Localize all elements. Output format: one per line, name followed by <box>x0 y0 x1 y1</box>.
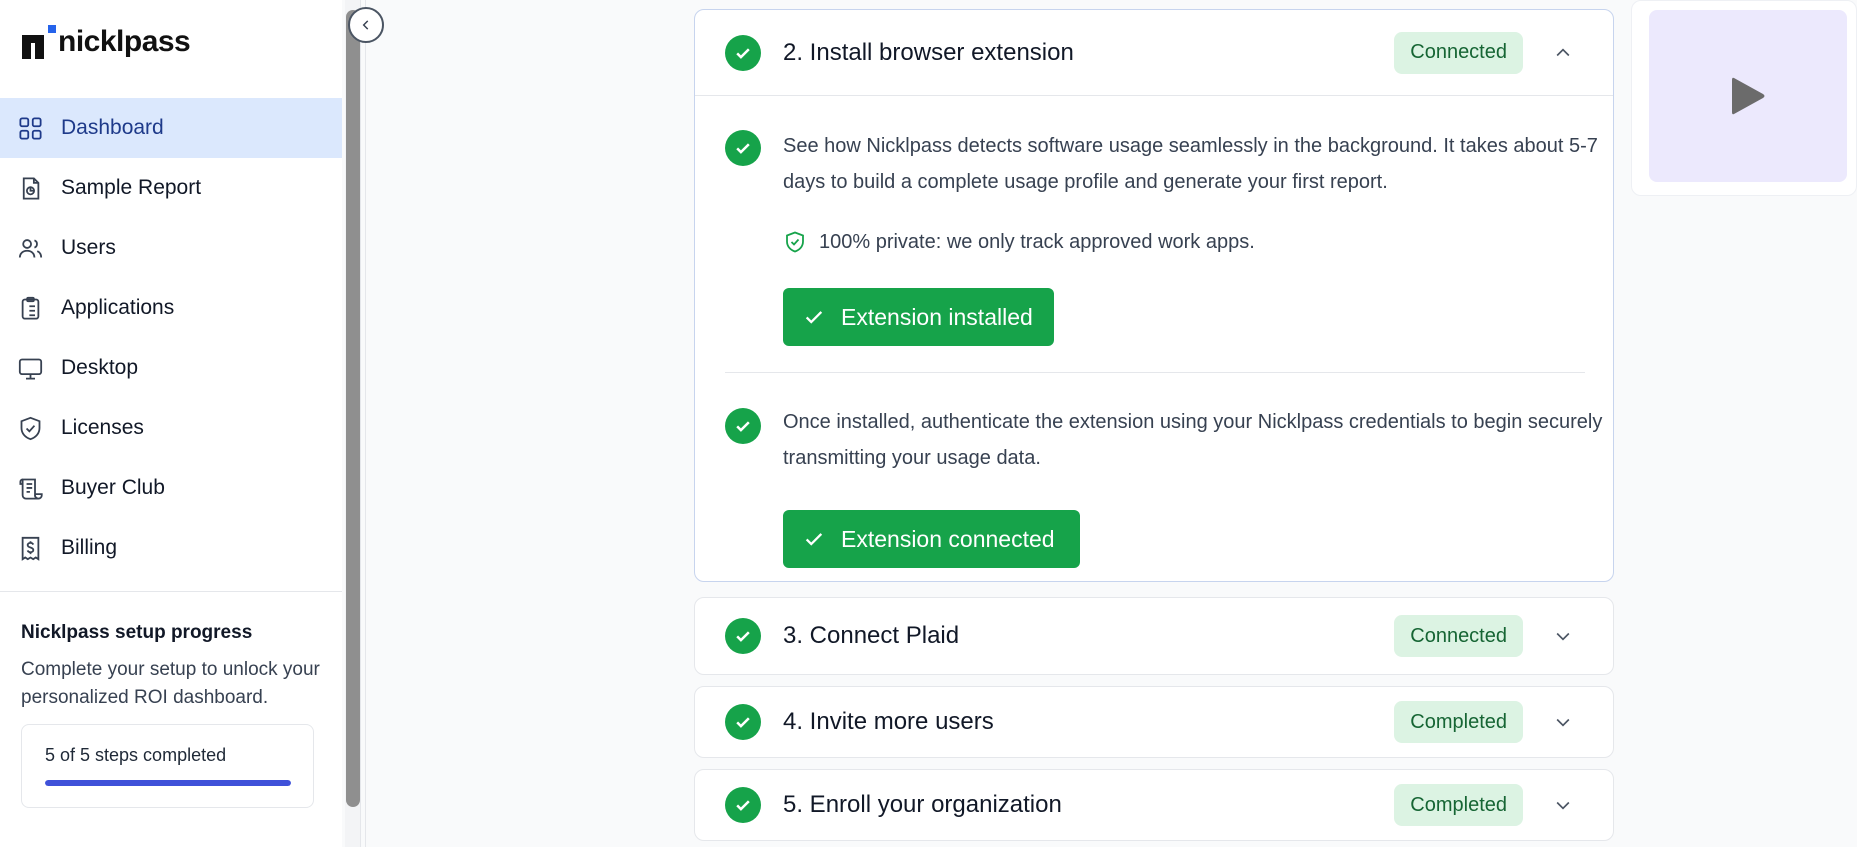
step-card-connect-plaid[interactable]: 3. Connect Plaid Connected <box>694 597 1614 675</box>
sidebar-item-label: Buyer Club <box>61 476 165 499</box>
sidebar-item-dashboard[interactable]: Dashboard <box>0 98 342 158</box>
sidebar-item-label: Applications <box>61 296 175 319</box>
step-card-invite-users[interactable]: 4. Invite more users Completed <box>694 686 1614 758</box>
substep-divider <box>725 372 1585 373</box>
receipt-dollar-icon <box>16 534 44 562</box>
monitor-icon <box>16 354 44 382</box>
setup-progress-fill <box>45 780 291 786</box>
play-icon <box>1732 77 1765 115</box>
logo-mark-icon <box>22 25 56 59</box>
setup-progress-bar <box>45 780 291 786</box>
status-badge: Connected <box>1394 615 1523 657</box>
step-title: 3. Connect Plaid <box>783 622 960 649</box>
sidebar-item-users[interactable]: Users <box>0 218 342 278</box>
sidebar-item-label: Dashboard <box>61 116 164 139</box>
video-player[interactable] <box>1649 10 1847 182</box>
extension-connected-button[interactable]: Extension connected <box>783 510 1080 568</box>
check-circle-icon <box>725 704 761 740</box>
status-badge: Completed <box>1394 784 1523 826</box>
step-header[interactable]: 3. Connect Plaid Connected <box>695 598 1613 674</box>
step-title: 4. Invite more users <box>783 708 994 735</box>
shield-check-icon <box>16 414 44 442</box>
dashboard-grid-icon <box>16 114 44 142</box>
privacy-note-text: 100% private: we only track approved wor… <box>819 230 1255 253</box>
sidebar: nicklpass Dashboard Sample Report Users … <box>0 0 342 847</box>
brand-logo[interactable]: nicklpass <box>22 22 191 62</box>
sidebar-item-licenses[interactable]: Licenses <box>0 398 342 458</box>
clipboard-icon <box>16 294 44 322</box>
sidebar-item-buyer-club[interactable]: Buyer Club <box>0 458 342 518</box>
button-label: Extension connected <box>841 525 1055 552</box>
step-header[interactable]: 4. Invite more users Completed <box>695 687 1613 757</box>
video-card <box>1631 0 1857 196</box>
setup-progress-status: 5 of 5 steps completed <box>45 745 227 765</box>
chevron-down-icon[interactable] <box>1543 616 1583 656</box>
shield-check-icon <box>783 230 807 254</box>
brand-name: nicklpass <box>58 25 191 58</box>
status-badge: Connected <box>1394 31 1523 74</box>
privacy-note: 100% private: we only track approved wor… <box>783 230 1255 254</box>
check-icon <box>805 311 823 324</box>
chevron-up-icon[interactable] <box>1543 33 1583 73</box>
check-circle-icon <box>725 787 761 823</box>
sidebar-item-label: Billing <box>61 536 118 559</box>
sidebar-item-label: Users <box>61 236 116 259</box>
setup-progress-description: Complete your setup to unlock your perso… <box>21 659 320 708</box>
sidebar-nav: Dashboard Sample Report Users Applicatio… <box>0 98 342 578</box>
chevron-down-icon[interactable] <box>1543 785 1583 825</box>
sidebar-item-desktop[interactable]: Desktop <box>0 338 342 398</box>
users-icon <box>16 234 44 262</box>
report-icon <box>16 174 44 202</box>
extension-installed-button[interactable]: Extension installed <box>783 288 1054 346</box>
sidebar-item-label: Licenses <box>61 416 144 439</box>
sidebar-item-applications[interactable]: Applications <box>0 278 342 338</box>
check-icon <box>805 533 823 546</box>
substep-install-text: See how Nicklpass detects software usage… <box>783 135 1598 193</box>
scroll-icon <box>16 474 44 502</box>
setup-progress-panel: Nicklpass setup progress Complete your s… <box>21 622 321 808</box>
panel-divider <box>365 0 366 847</box>
step-title: 5. Enroll your organization <box>783 791 1062 818</box>
sidebar-scrollbar-thumb[interactable] <box>346 10 360 807</box>
chevron-down-icon[interactable] <box>1543 702 1583 742</box>
check-circle-icon <box>725 130 761 166</box>
step-title: 2. Install browser extension <box>783 38 1074 66</box>
collapse-sidebar-button[interactable] <box>348 7 384 43</box>
status-badge: Completed <box>1394 701 1523 743</box>
sidebar-item-label: Desktop <box>61 356 139 379</box>
sidebar-item-sample-report[interactable]: Sample Report <box>0 158 342 218</box>
step-header[interactable]: 2. Install browser extension Connected <box>695 10 1613 96</box>
chevron-left-icon <box>362 20 369 30</box>
step-card-enroll-organization[interactable]: 5. Enroll your organization Completed <box>694 769 1614 841</box>
setup-progress-title: Nicklpass setup progress <box>21 622 253 643</box>
sidebar-divider <box>0 591 342 592</box>
step-card-install-extension: 2. Install browser extension Connected S… <box>694 9 1614 582</box>
check-circle-icon <box>725 618 761 654</box>
sidebar-item-label: Sample Report <box>61 176 202 199</box>
check-circle-icon <box>725 408 761 444</box>
setup-progress-box: 5 of 5 steps completed <box>21 724 314 808</box>
sidebar-item-billing[interactable]: Billing <box>0 518 342 578</box>
step-header[interactable]: 5. Enroll your organization Completed <box>695 770 1613 840</box>
button-label: Extension installed <box>841 303 1033 330</box>
check-circle-icon <box>725 34 761 71</box>
substep-connect-text: Once installed, authenticate the extensi… <box>783 411 1603 469</box>
